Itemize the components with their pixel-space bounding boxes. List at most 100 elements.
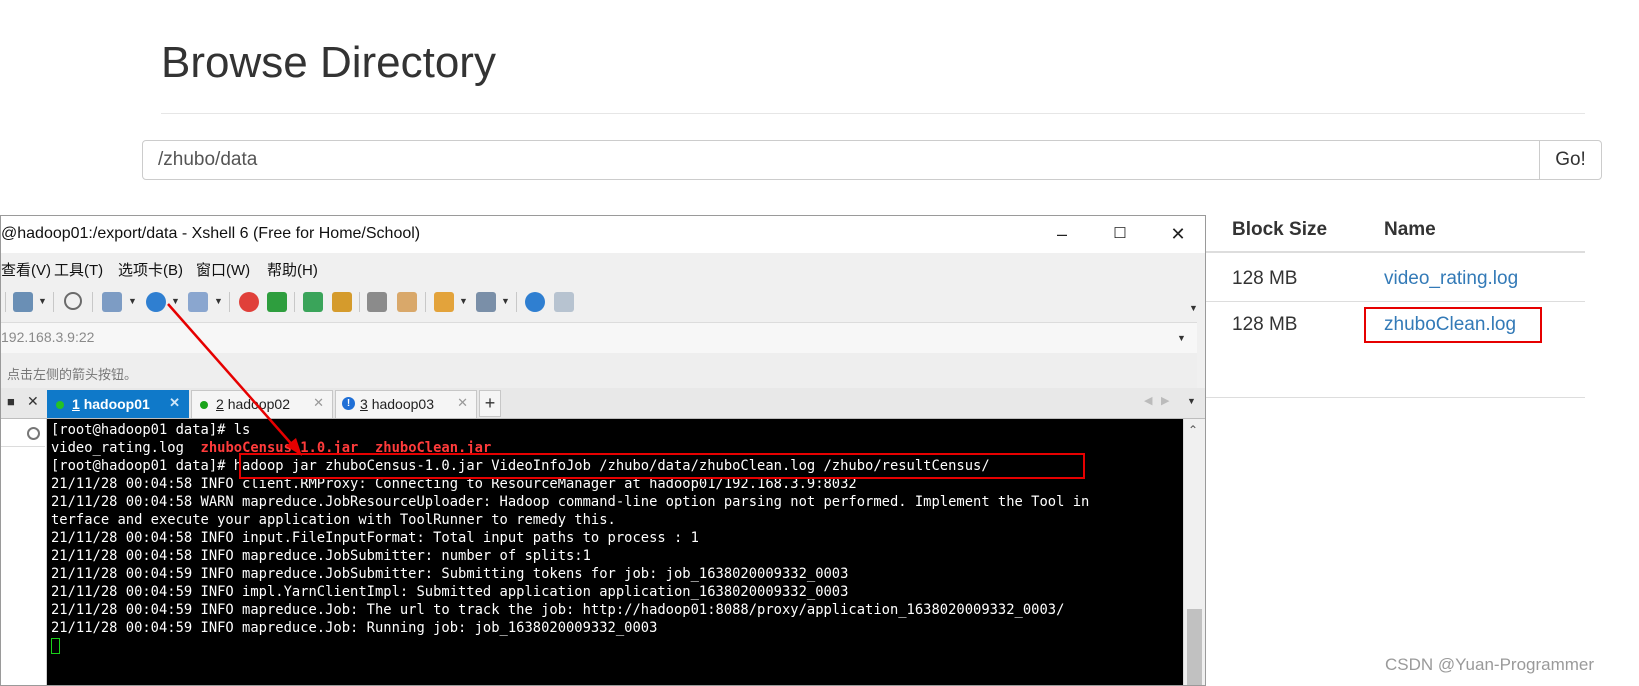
font-icon[interactable] bbox=[188, 292, 208, 312]
new-folder-icon[interactable] bbox=[434, 292, 454, 312]
toolbar-separator bbox=[53, 292, 54, 312]
column-header-name[interactable]: Name bbox=[1384, 219, 1436, 241]
help-icon[interactable] bbox=[525, 292, 545, 312]
tab-list-icon[interactable]: ▼ bbox=[1187, 396, 1196, 406]
menu-help[interactable]: 帮助(H) bbox=[267, 259, 318, 280]
tab-label: 1 hadoop01 bbox=[72, 396, 150, 412]
connected-status-icon bbox=[56, 401, 64, 409]
menu-view[interactable]: 查看(V) bbox=[1, 259, 51, 280]
terminal-line: 21/11/28 00:04:59 INFO mapreduce.Job: Th… bbox=[51, 602, 1065, 618]
highlight-icon[interactable] bbox=[397, 292, 417, 312]
watermark: CSDN @Yuan-Programmer bbox=[1385, 655, 1595, 674]
page-title: Browse Directory bbox=[161, 38, 496, 87]
highlight-box-zhuboclean bbox=[1364, 307, 1542, 343]
address-bar[interactable]: 192.168.3.9:22 ▼ bbox=[1, 322, 1197, 354]
toolbar-separator bbox=[5, 292, 6, 312]
toolbar-separator bbox=[229, 292, 230, 312]
toolbar-separator bbox=[425, 292, 426, 312]
warning-status-icon: ! bbox=[342, 397, 355, 410]
menu-tools[interactable]: 工具(T) bbox=[54, 259, 103, 280]
terminal-cursor bbox=[51, 638, 60, 654]
scroll-up-icon[interactable]: ⌃ bbox=[1188, 423, 1198, 437]
xshell-title: @hadoop01:/export/data - Xshell 6 (Free … bbox=[1, 225, 421, 242]
connected-status-icon bbox=[200, 401, 208, 409]
tab-hadoop03[interactable]: ! 3 hadoop03 ✕ bbox=[335, 390, 477, 418]
pin-icon[interactable]: ■ bbox=[7, 394, 15, 409]
session-manager-panel bbox=[1, 419, 47, 685]
terminal-line: terface and execute your application wit… bbox=[51, 512, 616, 528]
xftp-icon[interactable] bbox=[239, 292, 259, 312]
minimize-icon[interactable]: – bbox=[1039, 218, 1085, 250]
chevron-down-icon[interactable]: ▼ bbox=[459, 296, 468, 306]
xagent-icon[interactable] bbox=[267, 292, 287, 312]
close-tab-icon[interactable]: ✕ bbox=[169, 395, 180, 411]
toolbar-separator bbox=[92, 292, 93, 312]
terminal-line: 21/11/28 00:04:58 INFO input.FileInputFo… bbox=[51, 530, 699, 546]
menu-window[interactable]: 窗口(W) bbox=[196, 259, 250, 280]
fullscreen-icon[interactable] bbox=[303, 292, 323, 312]
session-search-field[interactable] bbox=[1, 424, 45, 447]
xshell-toolbar: ▼ ▼ ▼ ▼ ▼ ▼ ▼ bbox=[1, 283, 1205, 321]
chevron-down-icon[interactable]: ▼ bbox=[128, 296, 137, 306]
chevron-down-icon[interactable]: ▼ bbox=[38, 296, 47, 306]
terminal-prompt bbox=[51, 637, 60, 655]
terminal-line: 21/11/28 00:04:59 INFO mapreduce.JobSubm… bbox=[51, 566, 849, 582]
file-link-video-rating[interactable]: video_rating.log bbox=[1384, 268, 1518, 290]
terminal-line: 21/11/28 00:04:59 INFO mapreduce.Job: Ru… bbox=[51, 620, 658, 636]
terminal-line: 21/11/28 00:04:59 INFO impl.YarnClientIm… bbox=[51, 584, 849, 600]
tab-label: 3 hadoop03 bbox=[360, 396, 434, 412]
chevron-down-icon[interactable]: ▼ bbox=[171, 296, 180, 306]
lock-icon[interactable] bbox=[332, 292, 352, 312]
search-icon[interactable] bbox=[64, 292, 82, 310]
toolbar-separator bbox=[516, 292, 517, 312]
terminal-line: 21/11/28 00:04:58 WARN mapreduce.JobReso… bbox=[51, 494, 1090, 510]
close-tab-icon[interactable]: ✕ bbox=[457, 395, 468, 411]
table-bottom-divider bbox=[1206, 397, 1585, 398]
keyboard-icon[interactable] bbox=[367, 292, 387, 312]
close-icon[interactable]: ✕ bbox=[1155, 218, 1201, 250]
row-2-block-size: 128 MB bbox=[1232, 314, 1298, 335]
tab-hadoop02[interactable]: 2 hadoop02 ✕ bbox=[191, 390, 333, 418]
close-tab-icon[interactable]: ✕ bbox=[313, 395, 324, 411]
toolbar-separator bbox=[294, 292, 295, 312]
session-tabbar: ■ ✕ 1 hadoop01 ✕ 2 hadoop02 ✕ ! 3 hadoop… bbox=[1, 388, 1205, 419]
chevron-down-icon[interactable]: ▼ bbox=[501, 296, 510, 306]
table-header-divider bbox=[1206, 251, 1585, 253]
chevron-down-icon[interactable]: ▼ bbox=[1177, 333, 1186, 343]
tab-scroll-left-icon[interactable]: ◀ bbox=[1144, 394, 1152, 407]
toolbar-separator bbox=[359, 292, 360, 312]
hint-text: 点击左侧的箭头按钮。 bbox=[7, 367, 138, 382]
terminal-line: [root@hadoop01 data]# ls bbox=[51, 422, 251, 438]
scrollbar-thumb[interactable] bbox=[1187, 609, 1202, 685]
column-header-block-size[interactable]: Block Size bbox=[1232, 219, 1327, 241]
table-row-divider bbox=[1206, 301, 1585, 302]
terminal-output[interactable]: [root@hadoop01 data]# ls video_rating.lo… bbox=[47, 419, 1183, 685]
path-input[interactable]: /zhubo/data bbox=[142, 140, 1540, 180]
transfer-icon[interactable] bbox=[102, 292, 122, 312]
xshell-titlebar: @hadoop01:/export/data - Xshell 6 (Free … bbox=[1, 216, 1205, 253]
terminal-line: 21/11/28 00:04:58 INFO mapreduce.JobSubm… bbox=[51, 548, 591, 564]
menu-tabs[interactable]: 选项卡(B) bbox=[118, 259, 183, 280]
xshell-window: @hadoop01:/export/data - Xshell 6 (Free … bbox=[0, 215, 1206, 686]
row-1-block-size: 128 MB bbox=[1232, 268, 1298, 289]
go-button[interactable]: Go! bbox=[1539, 140, 1602, 180]
properties-icon[interactable] bbox=[13, 292, 33, 312]
tab-label: 2 hadoop02 bbox=[216, 396, 290, 412]
title-divider bbox=[161, 113, 1585, 114]
close-panel-icon[interactable]: ✕ bbox=[27, 393, 39, 410]
xshell-menubar: 查看(V) 工具(T) 选项卡(B) 窗口(W) 帮助(H) bbox=[1, 253, 1205, 283]
tab-hadoop01[interactable]: 1 hadoop01 ✕ bbox=[47, 390, 189, 418]
layout-icon[interactable] bbox=[476, 292, 496, 312]
terminal-scrollbar[interactable]: ⌃ bbox=[1183, 419, 1205, 685]
toolbar-overflow-icon[interactable]: ▼ bbox=[1189, 303, 1198, 313]
maximize-icon[interactable]: ☐ bbox=[1097, 218, 1143, 250]
hint-bar: 点击左侧的箭头按钮。 bbox=[1, 353, 1197, 389]
search-icon[interactable] bbox=[27, 427, 40, 440]
tab-scroll-right-icon[interactable]: ▶ bbox=[1161, 394, 1169, 407]
chevron-down-icon[interactable]: ▼ bbox=[214, 296, 223, 306]
highlight-box-command bbox=[239, 453, 1085, 479]
chat-icon[interactable] bbox=[554, 292, 574, 312]
new-tab-button[interactable]: + bbox=[479, 390, 501, 417]
address-text: 192.168.3.9:22 bbox=[1, 329, 95, 345]
globe-icon[interactable] bbox=[146, 292, 166, 312]
